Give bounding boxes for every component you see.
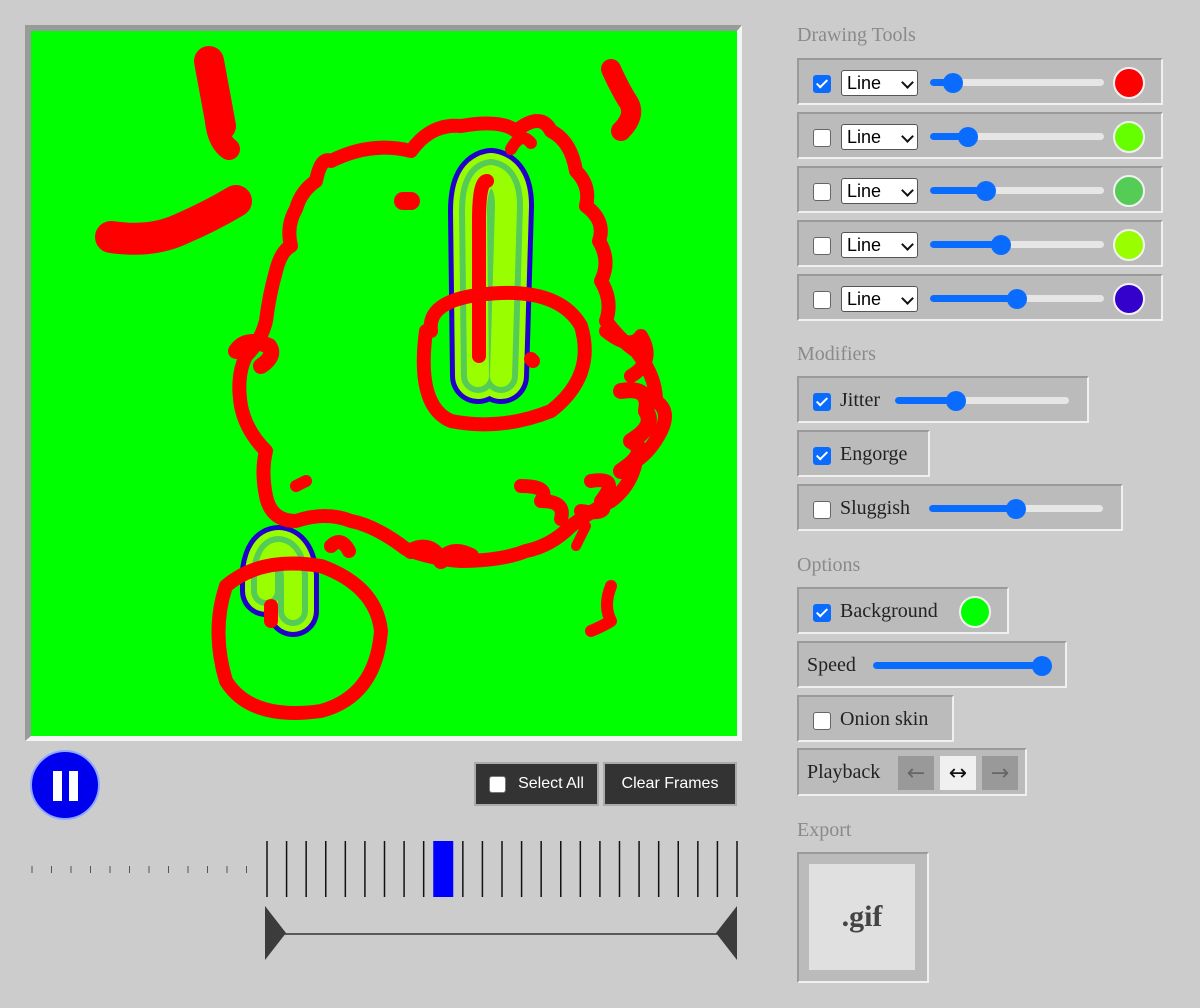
jitter-label: Jitter — [840, 389, 880, 411]
tool-type-value: Line — [847, 289, 882, 309]
tool-row: Line — [797, 166, 1163, 213]
tool-row: Line — [797, 220, 1163, 267]
background-color-swatch[interactable] — [959, 596, 991, 628]
tool-type-select[interactable]: Line — [841, 286, 918, 312]
engorge-checkbox[interactable] — [813, 447, 831, 465]
export-gif-box: .gif — [797, 852, 929, 983]
tool-type-value: Line — [847, 73, 882, 93]
tool-color-swatch[interactable] — [1113, 175, 1145, 207]
tool-type-value: Line — [847, 235, 882, 255]
background-row: Background — [797, 587, 1009, 634]
jitter-slider[interactable] — [895, 391, 1069, 411]
export-gif-button[interactable]: .gif — [809, 864, 915, 970]
chevron-down-icon — [901, 130, 914, 143]
select-all-label: Select All — [518, 775, 584, 792]
pause-button[interactable] — [30, 750, 100, 820]
drawing-tools-title: Drawing Tools — [797, 24, 916, 46]
tool-checkbox[interactable] — [813, 237, 831, 255]
select-all-button[interactable]: Select All — [474, 762, 599, 806]
tool-checkbox[interactable] — [813, 75, 831, 93]
speed-row: Speed — [797, 641, 1067, 688]
onion-skin-checkbox[interactable] — [813, 712, 831, 730]
drawing-layer — [95, 46, 672, 720]
tool-checkbox[interactable] — [813, 183, 831, 201]
playback-backward-button[interactable]: ← — [898, 756, 934, 790]
tool-type-value: Line — [847, 127, 882, 147]
tool-row: Line — [797, 274, 1163, 321]
tool-checkbox[interactable] — [813, 291, 831, 309]
tool-color-swatch[interactable] — [1113, 283, 1145, 315]
tool-type-select[interactable]: Line — [841, 232, 918, 258]
tool-color-swatch[interactable] — [1113, 229, 1145, 261]
onion-skin-label: Onion skin — [840, 708, 929, 730]
playback-pingpong-button[interactable]: ↔ — [940, 756, 976, 790]
tool-row: Line — [797, 58, 1163, 105]
chevron-down-icon — [901, 238, 914, 251]
background-label: Background — [840, 600, 938, 622]
engorge-label: Engorge — [840, 443, 908, 465]
tool-type-select[interactable]: Line — [841, 124, 918, 150]
sluggish-row: Sluggish — [797, 484, 1123, 531]
speed-slider[interactable] — [873, 656, 1052, 676]
tool-size-slider[interactable] — [930, 181, 1104, 201]
tool-size-slider[interactable] — [930, 127, 1104, 147]
clear-frames-button[interactable]: Clear Frames — [603, 762, 737, 806]
tool-type-select[interactable]: Line — [841, 178, 918, 204]
speed-label: Speed — [807, 654, 856, 676]
jitter-row: Jitter — [797, 376, 1089, 423]
export-title: Export — [797, 819, 852, 841]
jitter-checkbox[interactable] — [813, 393, 831, 411]
tool-color-swatch[interactable] — [1113, 121, 1145, 153]
options-title: Options — [797, 554, 861, 576]
playback-forward-button[interactable]: → — [982, 756, 1018, 790]
onion-skin-row: Onion skin — [797, 695, 954, 742]
engorge-row: Engorge — [797, 430, 930, 477]
tool-color-swatch[interactable] — [1113, 67, 1145, 99]
tool-size-slider[interactable] — [930, 289, 1104, 309]
red-strokes — [95, 46, 672, 720]
drawing-canvas[interactable] — [25, 25, 742, 741]
tool-row: Line — [797, 112, 1163, 159]
chevron-down-icon — [901, 292, 914, 305]
tool-type-select[interactable]: Line — [841, 70, 918, 96]
playback-row: Playback ← ↔ → — [797, 748, 1027, 796]
tool-size-slider[interactable] — [930, 73, 1104, 93]
chevron-down-icon — [901, 184, 914, 197]
sluggish-label: Sluggish — [840, 497, 911, 519]
chevron-down-icon — [901, 76, 914, 89]
range-handle-start — [265, 906, 286, 960]
tool-checkbox[interactable] — [813, 129, 831, 147]
pause-icon-bar — [69, 771, 78, 801]
modifiers-title: Modifiers — [797, 343, 876, 365]
background-checkbox[interactable] — [813, 604, 831, 622]
range-handle-end — [716, 906, 737, 960]
frame-timeline[interactable] — [0, 830, 760, 970]
sluggish-checkbox[interactable] — [813, 501, 831, 519]
select-all-checkbox[interactable] — [489, 775, 507, 793]
tool-type-value: Line — [847, 181, 882, 201]
tool-size-slider[interactable] — [930, 235, 1104, 255]
timeline-frame-selected[interactable] — [433, 841, 454, 897]
sluggish-slider[interactable] — [929, 499, 1103, 519]
pause-icon — [53, 771, 62, 801]
playback-label: Playback — [807, 761, 881, 783]
